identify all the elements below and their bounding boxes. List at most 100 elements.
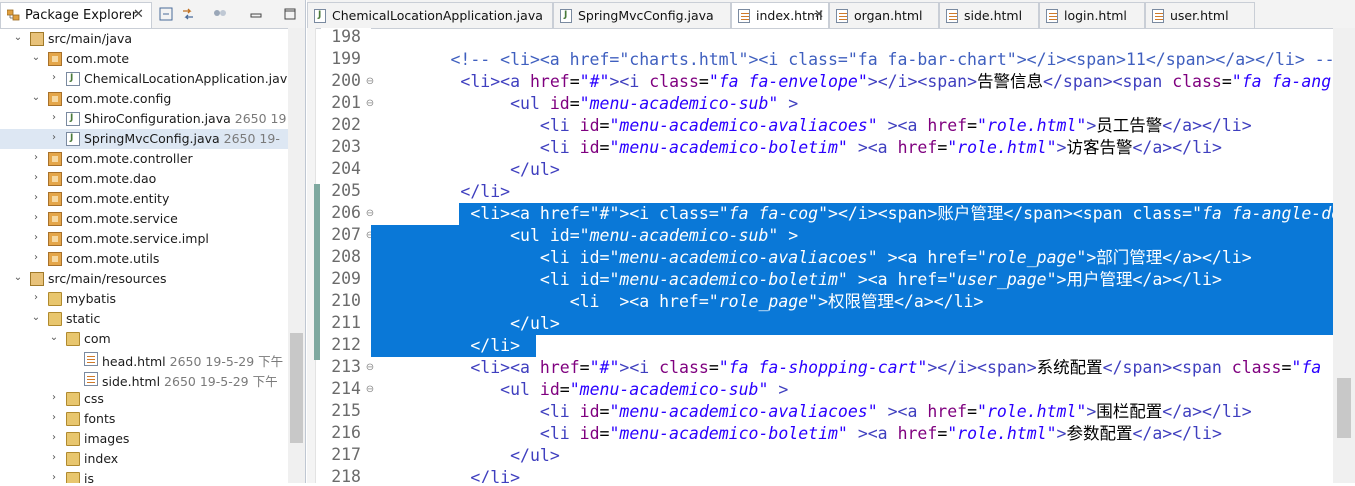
tree-item[interactable]: ⌄ com bbox=[0, 329, 288, 349]
close-icon[interactable]: ✕ bbox=[133, 7, 144, 22]
code-line: <ul id="menu-academico-sub" > bbox=[371, 379, 788, 401]
code-token: <li><a bbox=[470, 204, 540, 223]
code-token: = bbox=[1281, 358, 1292, 377]
tree-item[interactable]: head.html 2650 19-5-29 下午 bbox=[0, 349, 288, 369]
tree-item[interactable]: › mybatis bbox=[0, 289, 288, 309]
tree-item[interactable]: › com.mote.service bbox=[0, 209, 288, 229]
tree-item-label: head.html 2650 19-5-29 下午 bbox=[102, 351, 283, 370]
chevron-right-icon[interactable]: › bbox=[49, 132, 59, 144]
collapse-all-icon[interactable] bbox=[158, 6, 174, 22]
chevron-right-icon[interactable]: › bbox=[31, 152, 41, 164]
code-token: id bbox=[549, 226, 570, 245]
view-menu-icon[interactable] bbox=[212, 6, 228, 22]
chevron-down-icon[interactable]: ⌄ bbox=[31, 312, 41, 324]
tab-package-explorer-label: Package Explorer bbox=[25, 8, 138, 23]
tree-item[interactable]: › com.mote.service.impl bbox=[0, 229, 288, 249]
editor-tab[interactable]: side.html bbox=[939, 2, 1039, 28]
explorer-scroll-thumb[interactable] bbox=[290, 333, 303, 443]
editor-tab-label: login.html bbox=[1064, 8, 1127, 23]
chevron-down-icon[interactable]: ⌄ bbox=[31, 92, 41, 104]
code-token: class bbox=[649, 72, 699, 91]
code-token: </a></li> bbox=[1162, 402, 1252, 421]
tree-item[interactable]: ⌄ static bbox=[0, 309, 288, 329]
tree-item[interactable]: ⌄ com.mote bbox=[0, 49, 288, 69]
code-token: 围栏配置 bbox=[1096, 402, 1163, 421]
chevron-right-icon[interactable]: › bbox=[31, 192, 41, 204]
tree-item[interactable]: › fonts bbox=[0, 409, 288, 429]
tree-item-label: com bbox=[84, 331, 111, 346]
chevron-right-icon[interactable]: › bbox=[49, 412, 59, 424]
chevron-down-icon[interactable]: ⌄ bbox=[13, 32, 23, 44]
code-token: 访客告警 bbox=[1066, 138, 1133, 157]
line-number: 198 bbox=[331, 27, 361, 46]
tree-item[interactable]: ⌄ src/main/java bbox=[0, 29, 288, 49]
tree-item[interactable]: › SpringMvcConfig.java 2650 19- bbox=[0, 129, 288, 149]
tree-item[interactable]: › com.mote.utils bbox=[0, 249, 288, 269]
close-icon[interactable]: ✕ bbox=[814, 7, 824, 21]
tree-item[interactable]: › js bbox=[0, 469, 288, 483]
code-token: 权限管理 bbox=[828, 292, 894, 311]
line-number: 199 bbox=[331, 49, 361, 68]
editor-tab[interactable]: SpringMvcConfig.java bbox=[553, 2, 731, 28]
chevron-down-icon[interactable]: ⌄ bbox=[49, 332, 59, 344]
chevron-right-icon[interactable]: › bbox=[49, 392, 59, 404]
tree-item[interactable]: › images bbox=[0, 429, 288, 449]
editor-scroll-thumb[interactable] bbox=[1337, 378, 1351, 438]
code-line: <li><a href="#"><i class="fa fa-cog"></i… bbox=[371, 203, 1333, 225]
editor-tab[interactable]: user.html bbox=[1145, 2, 1255, 28]
tree-item-name: SpringMvcConfig.java bbox=[84, 131, 220, 146]
chevron-right-icon[interactable]: › bbox=[49, 112, 59, 124]
tree-item[interactable]: › ChemicalLocationApplication.java bbox=[0, 69, 288, 89]
link-with-editor-icon[interactable] bbox=[180, 6, 196, 22]
package-icon bbox=[48, 232, 62, 246]
chevron-right-icon[interactable]: › bbox=[31, 232, 41, 244]
chevron-down-icon[interactable]: ⌄ bbox=[13, 272, 23, 284]
chevron-right-icon[interactable]: › bbox=[31, 292, 41, 304]
editor-scrollbar[interactable] bbox=[1333, 28, 1355, 483]
chevron-right-icon[interactable]: › bbox=[31, 172, 41, 184]
chevron-down-icon[interactable]: ⌄ bbox=[31, 52, 41, 64]
tree-item[interactable]: ⌄ src/main/resources bbox=[0, 269, 288, 289]
explorer-tabbar: Package Explorer ✕ bbox=[0, 0, 305, 29]
tree-item[interactable]: side.html 2650 19-5-29 下午 bbox=[0, 369, 288, 389]
chevron-right-icon[interactable]: › bbox=[31, 252, 41, 264]
tree-item[interactable]: › com.mote.controller bbox=[0, 149, 288, 169]
editor-tab[interactable]: organ.html bbox=[829, 2, 939, 28]
code-token: href bbox=[659, 292, 699, 311]
minimize-icon[interactable] bbox=[248, 6, 264, 22]
editor-tab[interactable]: ChemicalLocationApplication.java bbox=[307, 2, 553, 28]
tree-item[interactable]: ⌄ com.mote.config bbox=[0, 89, 288, 109]
tree-item[interactable]: › ShiroConfiguration.java 2650 19 bbox=[0, 109, 288, 129]
explorer-scrollbar[interactable] bbox=[288, 28, 305, 483]
editor-tab[interactable]: index.html ✕ bbox=[731, 2, 829, 28]
code-token: > bbox=[778, 380, 789, 399]
code-text-area[interactable]: <!-- <li><a href="charts.html"><i class=… bbox=[371, 28, 1333, 483]
code-token: </ul> bbox=[510, 314, 560, 333]
tree-item[interactable]: › com.mote.dao bbox=[0, 169, 288, 189]
chevron-right-icon[interactable]: › bbox=[49, 472, 59, 483]
code-token: = bbox=[967, 116, 978, 135]
code-token: "role.html" bbox=[977, 116, 1087, 135]
tree-item[interactable]: › com.mote.entity bbox=[0, 189, 288, 209]
line-number: 209 bbox=[331, 269, 361, 288]
chevron-right-icon[interactable]: › bbox=[31, 212, 41, 224]
chevron-right-icon[interactable]: › bbox=[49, 72, 59, 84]
tree-item-meta: 2650 19 bbox=[230, 111, 287, 126]
tab-package-explorer[interactable]: Package Explorer ✕ bbox=[0, 2, 152, 28]
code-token: "fa fa-shopping-cart" bbox=[718, 358, 928, 377]
editor-tab[interactable]: login.html bbox=[1039, 2, 1145, 28]
chevron-right-icon[interactable]: › bbox=[49, 452, 59, 464]
maximize-icon[interactable] bbox=[282, 6, 298, 22]
code-token: <li bbox=[539, 248, 580, 267]
tree-item[interactable]: › index bbox=[0, 449, 288, 469]
tree-item[interactable]: › css bbox=[0, 389, 288, 409]
code-token: href bbox=[539, 204, 580, 223]
chevron-right-icon[interactable]: › bbox=[49, 432, 59, 444]
